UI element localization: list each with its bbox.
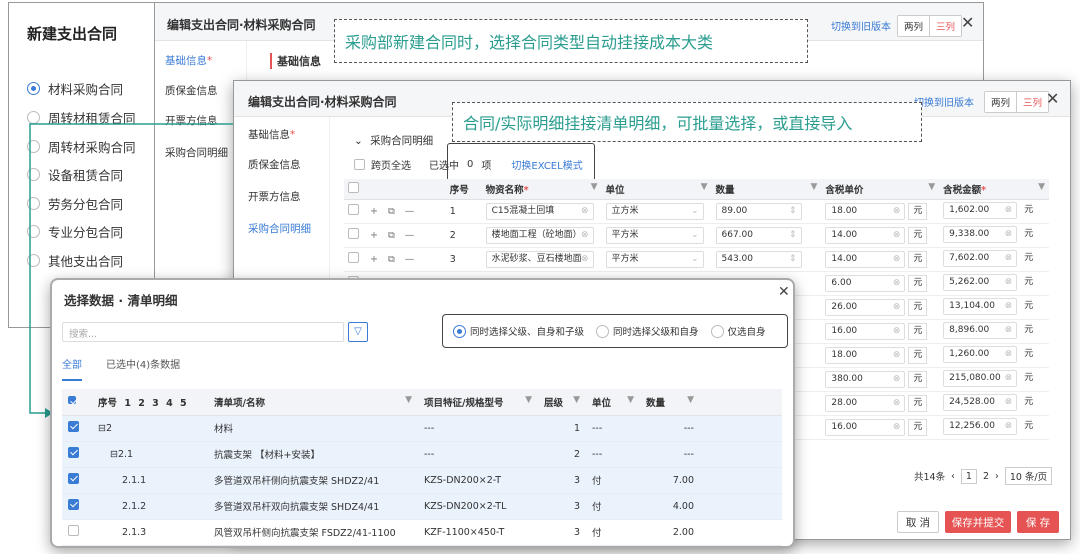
col-qty: 数量 xyxy=(646,397,666,409)
col-seq: 序号 xyxy=(98,397,118,409)
select-all-checkbox[interactable] xyxy=(68,396,76,405)
row-qty: --- xyxy=(640,441,700,468)
col-name: 清单项/名称 xyxy=(214,397,265,409)
row-spec: --- xyxy=(418,441,538,468)
list-item[interactable]: 2.1.2 多管道双吊杆双向抗震支架 SHDZ4/41 KZS-DN200×2-TL… xyxy=(62,493,782,520)
row-name: 多管道双吊杆侧向抗震支架 SHDZ2/41 xyxy=(208,467,418,494)
row-spec: KZF-1100×450-T xyxy=(418,519,538,546)
radio-icon[interactable] xyxy=(596,324,610,338)
mode-parent-self-children[interactable]: 同时选择父级、自身和子级 xyxy=(453,324,584,338)
row-name: 多管道双吊杆双向抗震支架 SHDZ4/41 xyxy=(208,493,418,520)
select-table-body: ⊟2 材料 --- 1 --- --- ⊟2.1 抗震支架 【材料+安装】 --- 2 --- ---… xyxy=(62,415,782,546)
select-data-dialog: 选择数据 · 清单明细 ✕ 搜索... ▽ 同时选择父级、自身和子级 同时选择父… xyxy=(50,278,795,548)
row-checkbox[interactable] xyxy=(68,421,79,432)
close-icon[interactable]: ✕ xyxy=(778,284,790,300)
row-checkbox[interactable] xyxy=(68,525,79,536)
row-qty: 7.00 xyxy=(640,467,700,494)
row-unit: --- xyxy=(586,415,640,442)
row-name: 材料 xyxy=(208,415,418,442)
row-level: 3 xyxy=(538,519,586,546)
row-seq: 2.1.3 xyxy=(92,519,208,546)
filter-icon[interactable]: ▼ xyxy=(687,395,694,405)
row-name: 抗震支架 【材料+安装】 xyxy=(208,441,418,468)
filter-icon[interactable]: ▽ xyxy=(348,322,368,342)
tab-all[interactable]: 全部 xyxy=(62,356,82,381)
col-unit: 单位 xyxy=(592,397,612,409)
radio-selected-icon[interactable] xyxy=(453,324,466,338)
select-data-table: 序号 1 2 3 4 5 清单项/名称 ▼ 项目特征/规格型号 ▼ 层级 ▼ 单… xyxy=(62,389,782,546)
row-checkbox[interactable] xyxy=(68,473,79,484)
row-checkbox[interactable] xyxy=(68,499,79,510)
row-level: 2 xyxy=(538,441,586,468)
filter-icon[interactable]: ▼ xyxy=(405,395,412,405)
filter-icon[interactable]: ▼ xyxy=(573,395,580,405)
list-item[interactable]: ⊟2 材料 --- 1 --- --- xyxy=(62,415,782,442)
row-spec: --- xyxy=(418,415,538,442)
row-name: 风管双吊杆侧向抗震支架 FSDZ2/41-1100 xyxy=(208,519,418,546)
row-unit: 付 xyxy=(586,493,640,520)
row-spec: KZS-DN200×2-T xyxy=(418,467,538,494)
row-unit: 付 xyxy=(586,519,640,546)
radio-icon[interactable] xyxy=(710,324,724,338)
row-seq: ⊟2 xyxy=(92,415,208,442)
filter-icon[interactable]: ▼ xyxy=(627,395,634,405)
col-spec: 项目特征/规格型号 xyxy=(424,397,504,409)
list-item[interactable]: 2.1.1 多管道双吊杆侧向抗震支架 SHDZ2/41 KZS-DN200×2-T 3… xyxy=(62,467,782,494)
row-qty: 2.00 xyxy=(640,519,700,546)
mode-self-only[interactable]: 仅选自身 xyxy=(710,324,766,338)
row-unit: 付 xyxy=(586,467,640,494)
row-level: 3 xyxy=(538,467,586,494)
row-checkbox[interactable] xyxy=(68,447,79,458)
row-seq: 2.1.2 xyxy=(92,493,208,520)
row-level: 1 xyxy=(538,415,586,442)
row-qty: --- xyxy=(640,415,700,442)
mode-parent-self[interactable]: 同时选择父级和自身 xyxy=(596,324,699,338)
search-input[interactable]: 搜索... xyxy=(62,322,344,342)
col-level: 层级 xyxy=(544,397,564,409)
filter-icon[interactable]: ▼ xyxy=(525,395,532,405)
selection-mode-group: 同时选择父级、自身和子级 同时选择父级和自身 仅选自身 xyxy=(442,314,788,348)
row-level: 3 xyxy=(538,493,586,520)
list-item[interactable]: 2.1.3 风管双吊杆侧向抗震支架 FSDZ2/41-1100 KZF-1100×4… xyxy=(62,519,782,546)
select-table-wrap: 序号 1 2 3 4 5 清单项/名称 ▼ 项目特征/规格型号 ▼ 层级 ▼ 单… xyxy=(62,389,782,546)
row-qty: 4.00 xyxy=(640,493,700,520)
level-toggles[interactable]: 1 2 3 4 5 xyxy=(124,398,188,409)
row-seq: 2.1.1 xyxy=(92,467,208,494)
dialog-title: 选择数据 · 清单明细 xyxy=(64,293,178,308)
row-seq: ⊟2.1 xyxy=(92,441,208,468)
row-unit: --- xyxy=(586,441,640,468)
row-spec: KZS-DN200×2-TL xyxy=(418,493,538,520)
list-item[interactable]: ⊟2.1 抗震支架 【材料+安装】 --- 2 --- --- xyxy=(62,441,782,468)
tab-selected[interactable]: 已选中(4)条数据 xyxy=(106,356,180,371)
